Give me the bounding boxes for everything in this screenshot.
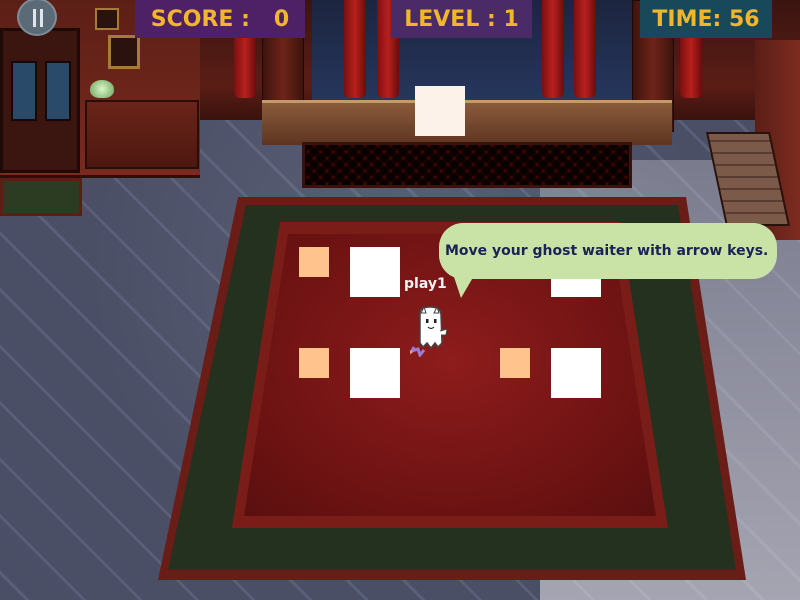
side-cabinet (85, 100, 199, 169)
chair (299, 247, 329, 277)
time-panel: TIME: 56 (640, 0, 772, 38)
entrance-door (0, 28, 80, 173)
chair (299, 348, 329, 378)
tutorial-message: Move your ghost waiter with arrow keys. (445, 243, 769, 259)
curtain (344, 0, 366, 98)
entrance-rug (0, 178, 82, 216)
score-value: 0 (273, 6, 290, 32)
level-label: LEVEL : 1 (404, 6, 519, 32)
bar-shelf (262, 100, 672, 145)
wall-lamp (90, 80, 114, 98)
wine-rack (302, 142, 632, 188)
level-panel: LEVEL : 1 (391, 0, 532, 38)
time-label: TIME: 56 (652, 6, 760, 32)
dining-table (350, 247, 400, 297)
kitchen-pickup-tile (415, 86, 465, 136)
player-name-label: play1 (404, 276, 447, 292)
wall-picture (108, 35, 140, 69)
wall-picture-small (95, 8, 119, 30)
restaurant-background (0, 0, 800, 600)
curtain (574, 0, 596, 98)
dining-table (551, 348, 601, 398)
score-panel: SCORE : 0 (135, 0, 305, 38)
chair (500, 348, 530, 378)
score-label: SCORE : (150, 6, 250, 32)
tutorial-speech-bubble: Move your ghost waiter with arrow keys. (439, 223, 777, 279)
pause-icon (33, 9, 36, 27)
curtain (542, 0, 564, 98)
dining-table (350, 348, 400, 398)
ghost-waiter-icon (403, 305, 450, 359)
